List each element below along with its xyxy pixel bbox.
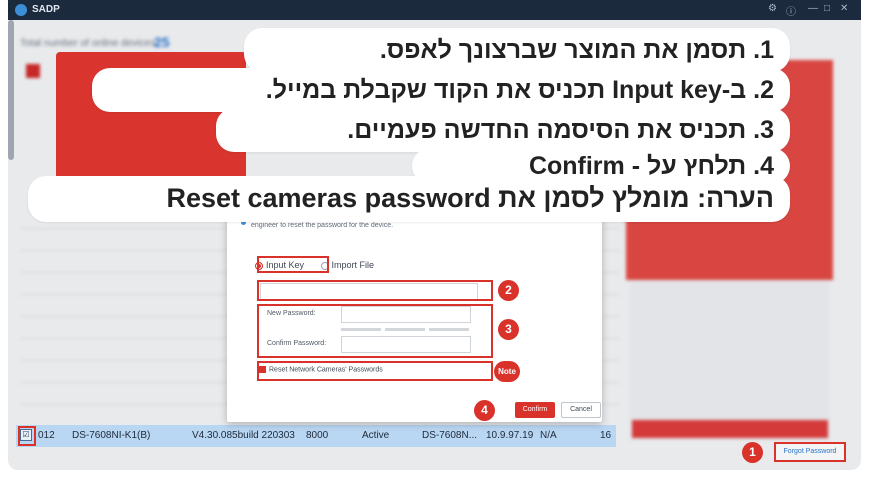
- instruction-step-2: 2. ב-Input key תכניס את הקוד שקבלת במייל…: [265, 76, 774, 104]
- step-badge-2: 2: [498, 280, 519, 301]
- row-port: 8000: [306, 430, 329, 441]
- settings-gear-icon[interactable]: ⚙: [768, 3, 777, 14]
- step-badge-1: 1: [742, 442, 763, 463]
- key-input-highlight: [257, 280, 493, 301]
- modify-button[interactable]: [632, 420, 828, 438]
- row-extra: N/A: [540, 430, 557, 441]
- list-scrollbar[interactable]: [8, 20, 14, 160]
- checkbox-highlight: [18, 426, 36, 446]
- window-title: SADP: [32, 4, 60, 15]
- input-key-highlight: [257, 256, 329, 273]
- activate-button[interactable]: [26, 64, 40, 78]
- title-bar: SADP ⚙ ⓘ — □ ✕: [8, 0, 861, 20]
- minimize-icon[interactable]: —: [808, 3, 818, 14]
- close-icon[interactable]: ✕: [840, 3, 848, 14]
- instruction-step-3: 3. תכניס את הסיסמה החדשה פעמיים.: [347, 116, 774, 144]
- dialog-note: engineer to reset the password for the d…: [251, 222, 394, 229]
- instruction-bubble-1: 1. תסמן את המוצר שברצונך לאפס.: [244, 28, 790, 72]
- row-last: 16: [600, 430, 612, 441]
- instruction-bubble-note: הערה: מומלץ לסמן את Reset cameras passwo…: [28, 176, 790, 222]
- step-badge-4: 4: [474, 400, 495, 421]
- row-index: 012: [38, 430, 55, 441]
- instruction-step-1: 1. תסמן את המוצר שברצונך לאפס.: [379, 36, 774, 64]
- selected-device-row[interactable]: ☑ 012 DS-7608NI-K1(B) V4.30.085build 220…: [16, 425, 616, 447]
- maximize-icon[interactable]: □: [824, 3, 830, 14]
- instruction-note: הערה: מומלץ לסמן את Reset cameras passwo…: [166, 183, 774, 213]
- info-icon[interactable]: ⓘ: [786, 3, 796, 18]
- reset-password-dialog: engineer to reset the password for the d…: [227, 200, 602, 422]
- row-firmware: V4.30.085build 220303: [192, 430, 295, 441]
- import-file-label: Import File: [331, 260, 375, 270]
- instruction-bubble-2: 2. ב-Input key תכניס את הקוד שקבלת במייל…: [92, 68, 790, 112]
- note-badge: Note: [494, 361, 520, 382]
- online-devices-label: Total number of online devices:: [20, 38, 158, 49]
- reset-checkbox-highlight: [257, 361, 493, 381]
- row-serial: DS-7608N...: [422, 430, 478, 441]
- sadp-logo-icon: [15, 4, 27, 16]
- row-ip: 10.9.97.19: [486, 430, 534, 441]
- online-devices-count: 25: [154, 34, 170, 50]
- cancel-button[interactable]: Cancel: [561, 402, 601, 418]
- sadp-window: SADP ⚙ ⓘ — □ ✕ Total number of online de…: [8, 0, 861, 470]
- row-status: Active: [362, 430, 390, 441]
- instruction-bubble-3: 3. תכניס את הסיסמה החדשה פעמיים.: [216, 108, 790, 152]
- row-device-type: DS-7608NI-K1(B): [72, 430, 151, 441]
- forgot-password-link[interactable]: Forgot Password: [774, 442, 846, 462]
- step-badge-3: 3: [498, 319, 519, 340]
- password-highlight: [257, 304, 493, 358]
- confirm-button[interactable]: Confirm: [515, 402, 555, 418]
